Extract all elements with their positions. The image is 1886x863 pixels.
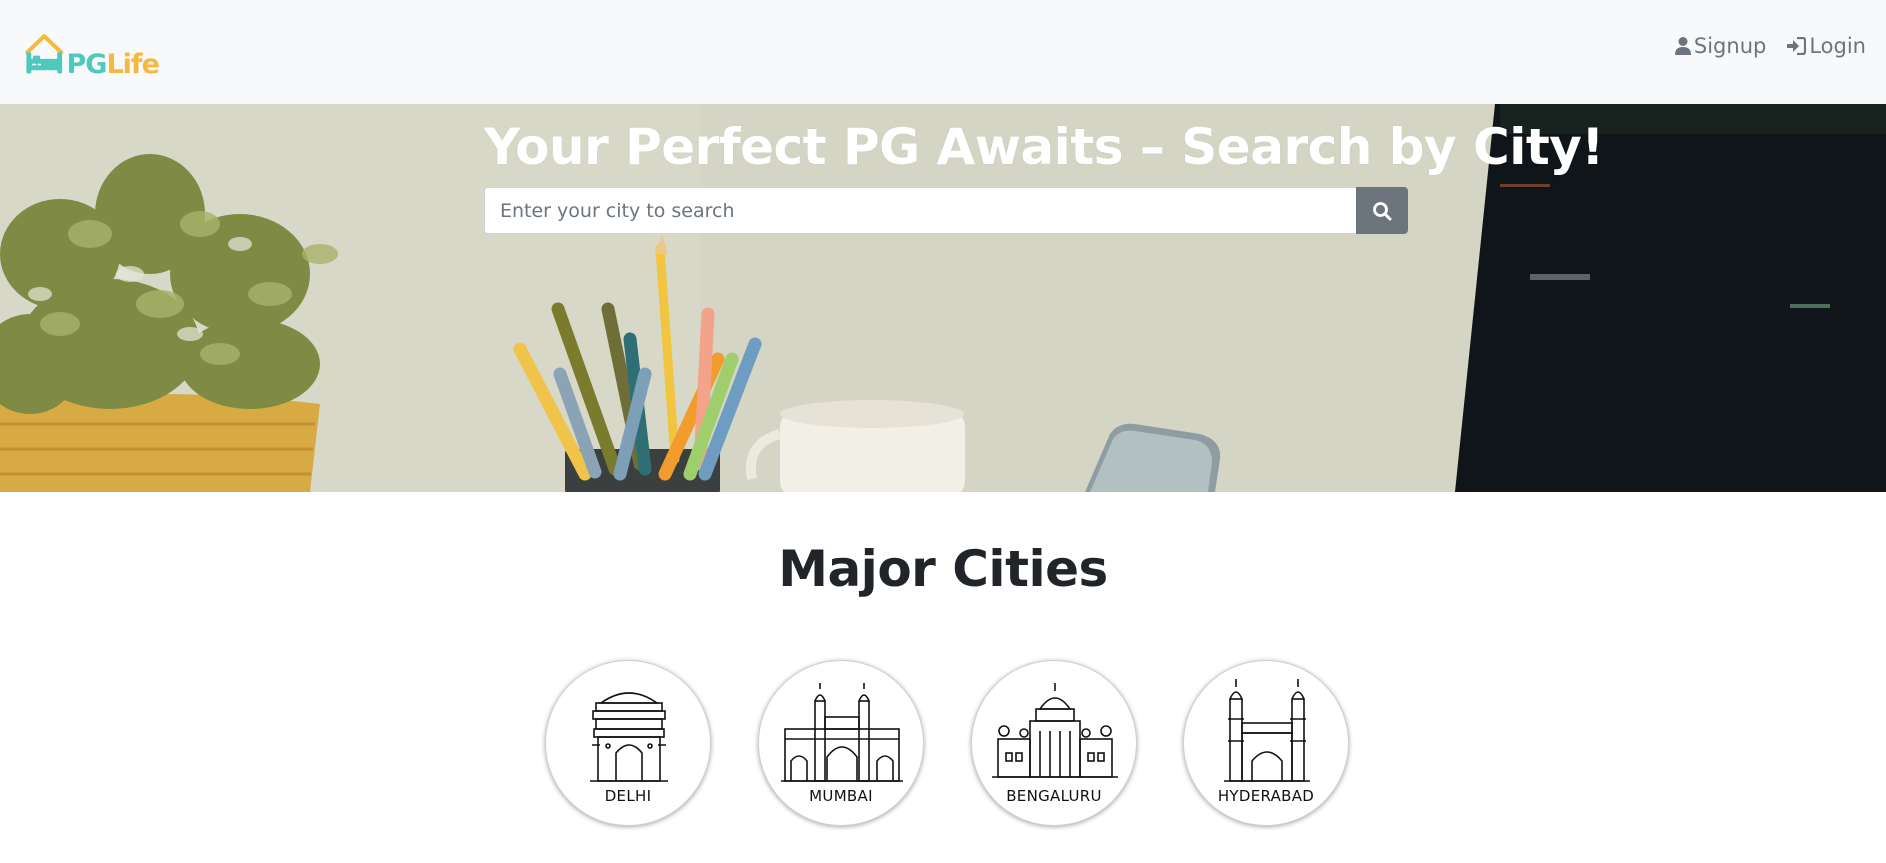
major-cities-heading: Major Cities xyxy=(778,540,1108,598)
city-card-mumbai[interactable]: MUMBAI xyxy=(758,660,924,826)
city-name-hyderabad: HYDERABAD xyxy=(1217,787,1315,805)
signup-label: Signup xyxy=(1693,34,1767,58)
city-search-input[interactable] xyxy=(484,187,1356,234)
brand-name: PGLife xyxy=(66,49,160,80)
city-card-delhi[interactable]: DELHI xyxy=(545,660,711,826)
login-link[interactable]: Login xyxy=(1786,34,1866,58)
house-bed-icon xyxy=(25,34,64,74)
city-name-delhi: DELHI xyxy=(604,787,652,805)
login-label: Login xyxy=(1809,34,1866,58)
signup-link[interactable]: Signup xyxy=(1674,34,1767,58)
banner-title: Your Perfect PG Awaits – Search by City! xyxy=(484,118,1604,176)
city-card-hyderabad[interactable]: HYDERABAD xyxy=(1183,660,1349,826)
nav-links: Signup Login xyxy=(1674,34,1866,58)
city-card-bengaluru[interactable]: BENGALURU xyxy=(971,660,1137,826)
search-button[interactable] xyxy=(1356,187,1408,234)
city-name-mumbai: MUMBAI xyxy=(809,787,873,805)
hero-banner: Your Perfect PG Awaits – Search by City! xyxy=(0,104,1886,492)
sign-in-icon xyxy=(1787,37,1807,55)
user-icon xyxy=(1674,37,1691,55)
city-name-bengaluru: BENGALURU xyxy=(1006,787,1102,805)
brand-logo[interactable]: PGLife xyxy=(24,24,160,80)
city-search-form xyxy=(484,187,1408,234)
search-icon xyxy=(1373,201,1392,220)
navbar: PGLife Signup Login xyxy=(0,0,1886,104)
